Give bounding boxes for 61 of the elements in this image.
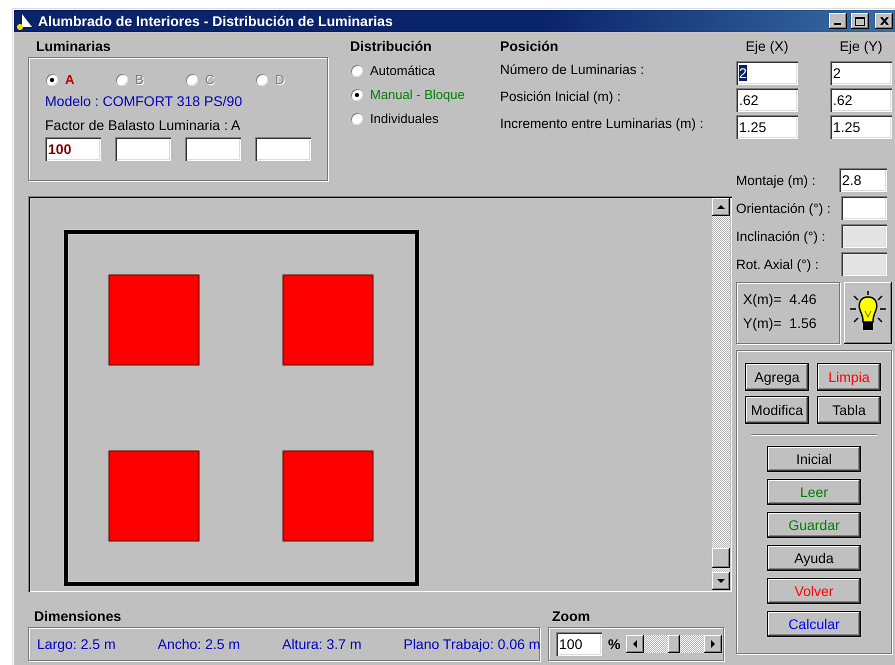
input-field[interactable]: 100	[45, 137, 101, 161]
zoom-field[interactable]: 100	[556, 632, 602, 656]
dimension-label: Altura: 3.7 m	[282, 636, 362, 652]
input-field[interactable]: .62	[736, 88, 798, 112]
group-title: Dimensiones	[34, 608, 122, 624]
zoom-slider[interactable]	[644, 635, 704, 653]
input-field[interactable]	[841, 196, 887, 220]
input-field[interactable]	[115, 137, 171, 161]
dimension-label: Ancho: 2.5 m	[158, 636, 240, 652]
action-button[interactable]: Ayuda	[767, 545, 861, 571]
percent-label: %	[608, 636, 620, 652]
window-title: Alumbrado de Interiores - Distribución de Luminarias	[38, 13, 394, 29]
action-button[interactable]: Agrega	[745, 363, 809, 391]
input-field[interactable]: 2.8	[839, 168, 887, 192]
field-label: Montaje (m) :	[736, 172, 816, 188]
down-arrow-icon	[716, 577, 726, 585]
ballast-label: Factor de Balasto Luminaria : A	[45, 117, 242, 133]
close-icon	[880, 17, 888, 25]
radio-button[interactable]: Individuales	[350, 111, 500, 126]
dimension-label: Plano Trabajo: 0.06 m	[403, 636, 540, 652]
input-field[interactable]: 2	[736, 61, 798, 85]
radio-button[interactable]: A	[45, 72, 115, 87]
action-button[interactable]: Inicial	[767, 446, 861, 472]
up-arrow-icon	[716, 203, 726, 211]
action-button[interactable]: Tabla	[817, 396, 881, 424]
radio-button[interactable]: Automática	[350, 63, 500, 78]
column-header: Eje (X)	[746, 38, 788, 56]
group-title: Posición	[500, 38, 560, 56]
scrollbar-thumb[interactable]	[712, 548, 730, 568]
vertical-scrollbar[interactable]	[712, 198, 730, 590]
group-title: Luminarias	[36, 38, 112, 54]
column-header: Eje (Y)	[840, 38, 882, 56]
minimize-button[interactable]	[829, 13, 847, 29]
group-title: Distribución	[350, 38, 433, 54]
input-field[interactable]: 1.25	[830, 115, 892, 139]
action-button[interactable]: Modifica	[745, 396, 809, 424]
model-label: Modelo : COMFORT 318 PS/90	[45, 93, 244, 109]
maximize-button[interactable]	[851, 13, 869, 29]
right-arrow-icon	[709, 639, 718, 649]
field-label: Orientación (°) :	[736, 200, 831, 216]
input-field[interactable]	[255, 137, 311, 161]
input-field[interactable]: .62	[830, 88, 892, 112]
field-label: Incremento entre Luminarias (m) :	[500, 116, 704, 133]
input-field[interactable]: 2	[830, 61, 892, 85]
input-field[interactable]: 1.25	[736, 115, 798, 139]
field-label: Inclinación (°) :	[736, 228, 826, 244]
light-bulb-button[interactable]	[844, 282, 892, 344]
dimension-label: Largo: 2.5 m	[37, 636, 116, 652]
field-label: Número de Luminarias :	[500, 62, 646, 79]
slider-thumb[interactable]	[668, 635, 680, 653]
maximize-icon	[855, 16, 865, 26]
close-button[interactable]	[875, 13, 893, 29]
app-icon	[16, 12, 34, 30]
input-field[interactable]	[185, 137, 241, 161]
group-title: Zoom	[552, 608, 592, 624]
left-arrow-icon	[631, 639, 640, 649]
action-button[interactable]: Calcular	[767, 611, 861, 637]
coordinate-readout: Y(m)= 1.56	[743, 315, 818, 331]
field-label: Rot. Axial (°) :	[736, 256, 819, 272]
coordinate-readout: X(m)= 4.46	[743, 291, 818, 307]
field-label: Posición Inicial (m) :	[500, 89, 622, 106]
